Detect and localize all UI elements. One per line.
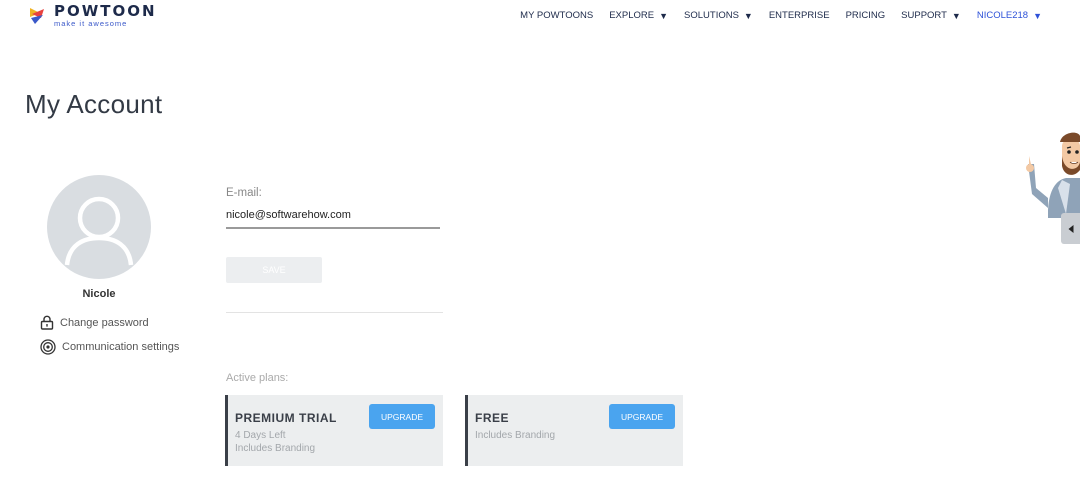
arrow-left-icon — [1068, 224, 1073, 233]
nav-solutions[interactable]: SOLUTIONS ▼ — [684, 10, 753, 21]
avatar[interactable] — [47, 175, 151, 279]
nav-explore-label: EXPLORE — [609, 10, 655, 21]
nav-support[interactable]: SUPPORT ▼ — [901, 10, 961, 21]
plan-card-premium-trial: PREMIUM TRIAL 4 Days Left Includes Brand… — [225, 395, 443, 466]
divider — [226, 312, 443, 313]
plan-detail: 4 Days Left — [235, 430, 286, 441]
page-title: My Account — [25, 89, 163, 119]
nav-enterprise[interactable]: ENTERPRISE — [769, 10, 830, 21]
powtoon-logo-icon — [30, 8, 44, 24]
caret-down-icon: ▼ — [951, 10, 961, 21]
nav-enterprise-label: ENTERPRISE — [768, 10, 830, 21]
nav-support-label: SUPPORT — [901, 10, 947, 21]
change-password-link[interactable]: Change password — [40, 315, 149, 330]
plan-detail: Includes Branding — [475, 430, 556, 441]
upgrade-button[interactable]: UPGRADE — [609, 404, 675, 429]
caret-down-icon: ▼ — [1033, 10, 1042, 21]
save-button[interactable]: SAVE — [226, 257, 322, 283]
nav-solutions-label: SOLUTIONS — [684, 10, 739, 21]
nav-my-powtoons[interactable]: MY POWTOONS — [520, 10, 593, 21]
nav-pricing-label: PRICING — [845, 10, 886, 21]
change-password-label: Change password — [60, 316, 149, 329]
user-avatar-icon — [64, 196, 134, 266]
communication-settings-label: Communication settings — [62, 341, 180, 353]
upgrade-button[interactable]: UPGRADE — [369, 404, 435, 429]
logo-tagline: make it awesome — [54, 19, 128, 28]
main-nav: MY POWTOONS EXPLORE ▼ SOLUTIONS ▼ ENTERPRI… — [520, 10, 1042, 21]
lock-icon — [40, 315, 54, 330]
cartoon-character-illustration — [1026, 132, 1080, 218]
communication-settings-link[interactable]: Communication settings — [40, 339, 179, 355]
caret-down-icon: ▼ — [659, 10, 669, 21]
email-label: E-mail: — [226, 187, 262, 199]
nav-user-label: NICOLE218 — [976, 10, 1029, 21]
nav-my-powtoons-label: MY POWTOONS — [520, 10, 594, 21]
plan-detail: Includes Branding — [235, 443, 316, 454]
email-field[interactable]: nicole@softwarehow.com — [226, 209, 440, 229]
nav-explore[interactable]: EXPLORE ▼ — [609, 10, 668, 21]
powtoon-logo[interactable]: POWTOON make it awesome — [28, 4, 157, 28]
profile-name: Nicole — [82, 288, 116, 300]
logo-name: POWTOON — [54, 2, 157, 20]
nav-pricing[interactable]: PRICING — [846, 10, 886, 21]
broadcast-icon — [40, 339, 56, 355]
side-panel-toggle[interactable] — [1061, 213, 1080, 244]
plan-name: PREMIUM TRIAL — [235, 411, 337, 425]
top-navigation: POWTOON make it awesome MY POWTOONS EXPL… — [0, 0, 1080, 32]
plan-card-free: FREE Includes Branding UPGRADE — [465, 395, 683, 466]
nav-user-menu[interactable]: NICOLE218 ▼ — [977, 10, 1042, 21]
plan-name: FREE — [475, 411, 510, 425]
caret-down-icon: ▼ — [743, 10, 753, 21]
active-plans-label: Active plans: — [226, 372, 289, 384]
